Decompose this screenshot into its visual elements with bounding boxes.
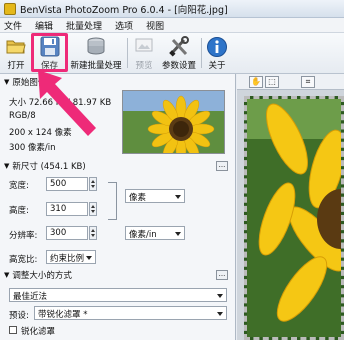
height-spinner[interactable]	[89, 202, 97, 216]
menu-file[interactable]: 文件	[4, 19, 22, 32]
collapse-triangle-icon: ▼	[4, 78, 10, 86]
preset-label: 预设:	[9, 311, 29, 321]
preview-button[interactable]: 预览	[130, 35, 158, 72]
new-size-header-label: 新尺寸 (454.1 KB)	[12, 162, 86, 172]
open-icon	[6, 40, 26, 54]
original-header-label: 原始图像	[12, 78, 47, 88]
app-window: BenVista PhotoZoom Pro 6.0.4 - [向阳花.jpg]…	[0, 0, 344, 340]
original-mode: RGB/8	[9, 111, 36, 121]
width-label: 宽度:	[9, 181, 29, 191]
width-spinner[interactable]	[89, 177, 97, 191]
resize-method-select[interactable]: 最佳近法	[9, 288, 227, 302]
preset-select[interactable]: 带锐化滤罩 *	[34, 306, 227, 320]
unsharp-mask-label: 锐化滤罩	[21, 327, 56, 337]
preview-toolbar: ✋ ⬚ ⌗	[237, 74, 344, 90]
resolution-spinner[interactable]	[89, 226, 97, 240]
title-bar: BenVista PhotoZoom Pro 6.0.4 - [向阳花.jpg]	[0, 0, 344, 18]
about-label: 关于	[208, 61, 226, 71]
crop-icon: ⌗	[305, 77, 311, 86]
zoom-tool-button[interactable]: ⬚	[265, 76, 279, 88]
aspect-label: 高宽比:	[9, 255, 38, 265]
batch-label: 新建批量处理	[70, 61, 122, 71]
new-size-more-button[interactable]: ...	[216, 161, 228, 171]
settings-button[interactable]: 参数设置	[160, 35, 198, 72]
resolution-unit-select[interactable]: 像素/in	[125, 226, 185, 240]
original-section-header[interactable]: ▼ 原始图像	[0, 76, 236, 88]
menu-batch[interactable]: 批量处理	[66, 19, 102, 32]
about-icon	[207, 37, 227, 57]
size-unit-select[interactable]: 像素	[125, 189, 185, 203]
window-title: BenVista PhotoZoom Pro 6.0.4 - [向阳花.jpg]	[20, 4, 228, 16]
resize-method-header-label: 调整大小的方式	[12, 271, 72, 281]
about-button[interactable]: 关于	[204, 35, 230, 72]
dropdown-arrow-icon	[175, 195, 181, 199]
new-batch-button[interactable]: 新建批量处理	[68, 35, 124, 72]
size-unit-value: 像素	[129, 193, 147, 203]
save-highlight-box	[31, 33, 68, 72]
hand-tool-button[interactable]: ✋	[249, 76, 263, 88]
crop-tool-button[interactable]: ⌗	[301, 76, 315, 88]
open-label: 打开	[7, 61, 25, 71]
menu-options[interactable]: 选项	[115, 19, 133, 32]
aspect-select[interactable]: 约束比例	[46, 250, 96, 264]
zoom-preview[interactable]	[244, 96, 344, 340]
unsharp-mask-checkbox[interactable]	[9, 326, 17, 334]
dropdown-arrow-icon	[86, 256, 92, 260]
collapse-triangle-icon: ▼	[4, 162, 10, 170]
toolbar-separator	[201, 38, 202, 68]
settings-label: 参数设置	[161, 61, 196, 71]
dropdown-arrow-icon	[217, 312, 223, 316]
resolution-unit-value: 像素/in	[129, 230, 157, 240]
preview-icon	[135, 38, 153, 52]
menu-edit[interactable]: 编辑	[35, 19, 53, 32]
aspect-link-bracket	[108, 182, 117, 220]
resize-method-section-header[interactable]: ▼ 调整大小的方式	[0, 269, 236, 281]
original-resolution: 300 像素/in	[9, 143, 56, 153]
menu-bar: 文件 编辑 批量处理 选项 视图	[0, 18, 344, 33]
resize-method-value: 最佳近法	[13, 292, 48, 302]
menu-view[interactable]: 视图	[146, 19, 164, 32]
original-dimensions: 200 x 124 像素	[9, 128, 72, 138]
batch-icon	[87, 37, 105, 55]
width-input[interactable]: 500	[46, 177, 88, 191]
sunflower-preview-image	[247, 99, 341, 337]
resolution-input[interactable]: 300	[46, 226, 88, 240]
original-size: 大小 72.66 KB/ 81.97 KB	[9, 98, 112, 108]
settings-panel: ▼ 原始图像 大小 72.66 KB/ 81.97 KB RGB/8 200 x…	[0, 74, 236, 340]
zoom-icon: ⬚	[268, 77, 276, 86]
hand-icon: ✋	[251, 77, 261, 86]
app-logo-icon	[4, 2, 16, 15]
new-size-section-header[interactable]: ▼ 新尺寸 (454.1 KB)	[0, 160, 236, 172]
resize-method-more-button[interactable]: ...	[216, 270, 228, 280]
dropdown-arrow-icon	[217, 294, 223, 298]
height-input[interactable]: 310	[46, 202, 88, 216]
preset-value: 带锐化滤罩 *	[38, 310, 88, 320]
open-button[interactable]: 打开	[2, 35, 30, 72]
preview-label: 预览	[135, 61, 153, 71]
dropdown-arrow-icon	[175, 232, 181, 236]
resolution-label: 分辨率:	[9, 231, 38, 241]
original-thumbnail	[122, 90, 225, 154]
sunflower-thumbnail-image	[123, 91, 224, 153]
toolbar-separator	[127, 38, 128, 68]
aspect-select-value: 约束比例	[50, 254, 85, 264]
collapse-triangle-icon: ▼	[4, 271, 10, 279]
preview-panel: ✋ ⬚ ⌗	[237, 74, 344, 340]
height-label: 高度:	[9, 206, 29, 216]
settings-icon	[169, 36, 189, 57]
